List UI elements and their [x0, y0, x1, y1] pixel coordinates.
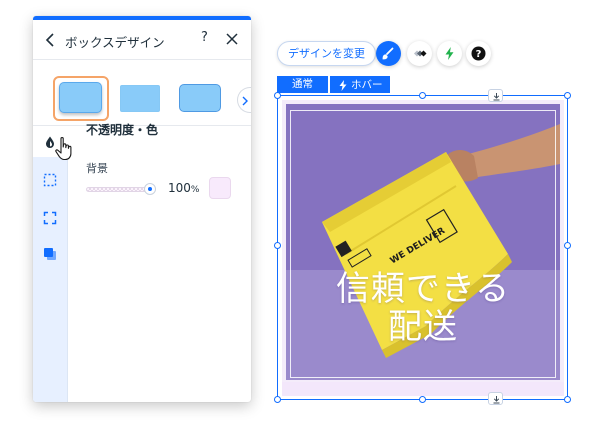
help-icon[interactable]: ? — [201, 30, 208, 45]
state-tab-hover-label: ホバー — [351, 79, 383, 91]
interactions-bolt-icon — [445, 47, 454, 60]
state-tab-hover[interactable]: ホバー — [330, 76, 390, 93]
design-button[interactable] — [376, 41, 401, 66]
help-circle-icon: ? — [471, 46, 486, 61]
opacity-value[interactable]: 100% — [168, 181, 199, 195]
svg-text:?: ? — [476, 49, 482, 60]
presets-next-button[interactable] — [237, 87, 251, 113]
download-arrow-icon — [493, 93, 500, 101]
side-nav-corners[interactable] — [33, 203, 68, 233]
change-design-button[interactable]: デザインを変更 — [277, 41, 376, 66]
resize-handle-top-right[interactable] — [564, 92, 571, 99]
download-arrow-icon — [493, 396, 500, 404]
resize-handle-bottom[interactable] — [419, 396, 426, 403]
interactions-button[interactable] — [437, 41, 462, 66]
close-icon[interactable] — [225, 32, 239, 46]
resize-handle-top[interactable] — [419, 92, 426, 99]
state-tab-normal[interactable]: 通常 — [277, 76, 328, 93]
panel-header: ボックスデザイン ? — [33, 20, 251, 60]
preset-design-1[interactable] — [59, 82, 102, 113]
hand-cursor-icon — [55, 137, 72, 161]
design-brush-icon — [382, 47, 394, 60]
section-title-opacity-color: 不透明度・色 — [86, 123, 159, 137]
stretch-handle-top[interactable] — [488, 89, 503, 102]
design-presets — [33, 60, 251, 126]
preset-design-2[interactable] — [120, 85, 160, 112]
back-chevron-icon[interactable] — [43, 31, 59, 49]
design-side-nav — [33, 127, 68, 402]
preset-design-3[interactable] — [179, 84, 221, 112]
help-button[interactable]: ? — [466, 41, 491, 66]
panel-title: ボックスデザイン — [65, 35, 165, 50]
animation-icon — [414, 50, 427, 57]
side-nav-border[interactable] — [33, 165, 68, 195]
opacity-unit: % — [190, 185, 200, 195]
animation-button[interactable] — [407, 41, 432, 66]
opacity-slider-handle[interactable] — [144, 183, 156, 195]
background-color-swatch[interactable] — [209, 177, 231, 199]
shadow-icon — [44, 248, 56, 260]
border-icon — [43, 173, 57, 187]
resize-handle-top-left[interactable] — [274, 92, 281, 99]
bolt-icon — [339, 80, 347, 91]
resize-handle-bottom-right[interactable] — [564, 396, 571, 403]
resize-handle-bottom-left[interactable] — [274, 396, 281, 403]
background-label: 背景 — [86, 162, 108, 175]
stretch-handle-bottom[interactable] — [488, 392, 503, 405]
box-design-panel: ボックスデザイン ? 不透明度・色 背景 100% — [33, 16, 251, 402]
selection-outline[interactable] — [277, 95, 568, 400]
chevron-right-icon — [242, 96, 248, 106]
resize-handle-right[interactable] — [564, 242, 571, 249]
resize-handle-left[interactable] — [274, 242, 281, 249]
corners-icon — [43, 211, 57, 225]
opacity-number: 100 — [168, 181, 191, 195]
side-nav-shadow[interactable] — [33, 239, 68, 269]
